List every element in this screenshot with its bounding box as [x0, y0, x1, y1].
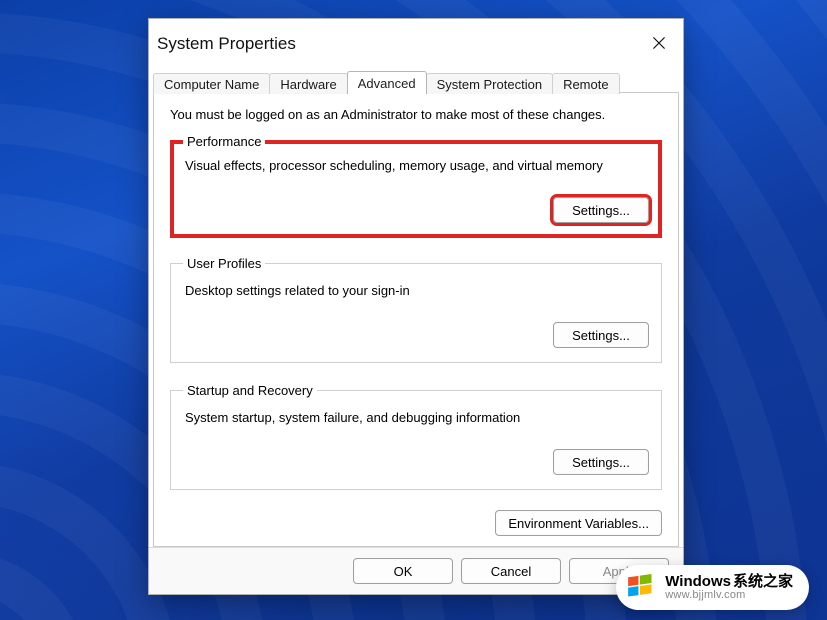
group-startup-recovery-legend: Startup and Recovery [183, 383, 317, 398]
watermark-brand-en: Windows [665, 574, 731, 590]
tab-remote[interactable]: Remote [552, 73, 620, 94]
group-startup-recovery: Startup and Recovery System startup, sys… [170, 383, 662, 490]
watermark-url: www.bjjmlv.com [665, 590, 793, 602]
group-user-profiles: User Profiles Desktop settings related t… [170, 256, 662, 363]
group-user-profiles-desc: Desktop settings related to your sign-in [185, 283, 649, 298]
admin-notice: You must be logged on as an Administrato… [170, 107, 662, 122]
tab-system-protection[interactable]: System Protection [426, 73, 554, 94]
tabstrip: Computer Name Hardware Advanced System P… [149, 67, 683, 93]
watermark-brand-cn: 系统之家 [733, 574, 793, 590]
desktop-background: System Properties Computer Name Hardware… [0, 0, 827, 620]
dialog-footer: OK Cancel Apply [149, 547, 683, 594]
cancel-button[interactable]: Cancel [461, 558, 561, 584]
tab-computer-name[interactable]: Computer Name [153, 73, 270, 94]
windows-logo-icon [624, 571, 657, 604]
performance-settings-button[interactable]: Settings... [553, 197, 649, 223]
group-startup-recovery-desc: System startup, system failure, and debu… [185, 410, 649, 425]
group-performance-legend: Performance [183, 134, 265, 149]
tab-hardware[interactable]: Hardware [269, 73, 347, 94]
user-profiles-settings-button[interactable]: Settings... [553, 322, 649, 348]
watermark-badge: Windows 系统之家 www.bjjmlv.com [616, 565, 809, 610]
group-performance-desc: Visual effects, processor scheduling, me… [185, 158, 649, 173]
group-user-profiles-legend: User Profiles [183, 256, 265, 271]
system-properties-dialog: System Properties Computer Name Hardware… [148, 18, 684, 595]
group-performance: Performance Visual effects, processor sc… [170, 134, 662, 238]
ok-button[interactable]: OK [353, 558, 453, 584]
close-button[interactable] [645, 30, 673, 58]
close-icon [652, 36, 666, 52]
environment-variables-button[interactable]: Environment Variables... [495, 510, 662, 536]
tab-advanced[interactable]: Advanced [347, 71, 427, 94]
startup-recovery-settings-button[interactable]: Settings... [553, 449, 649, 475]
watermark-title: Windows 系统之家 [665, 574, 793, 590]
titlebar: System Properties [149, 19, 683, 67]
tab-panel-advanced: You must be logged on as an Administrato… [153, 93, 679, 547]
window-title: System Properties [157, 34, 296, 54]
